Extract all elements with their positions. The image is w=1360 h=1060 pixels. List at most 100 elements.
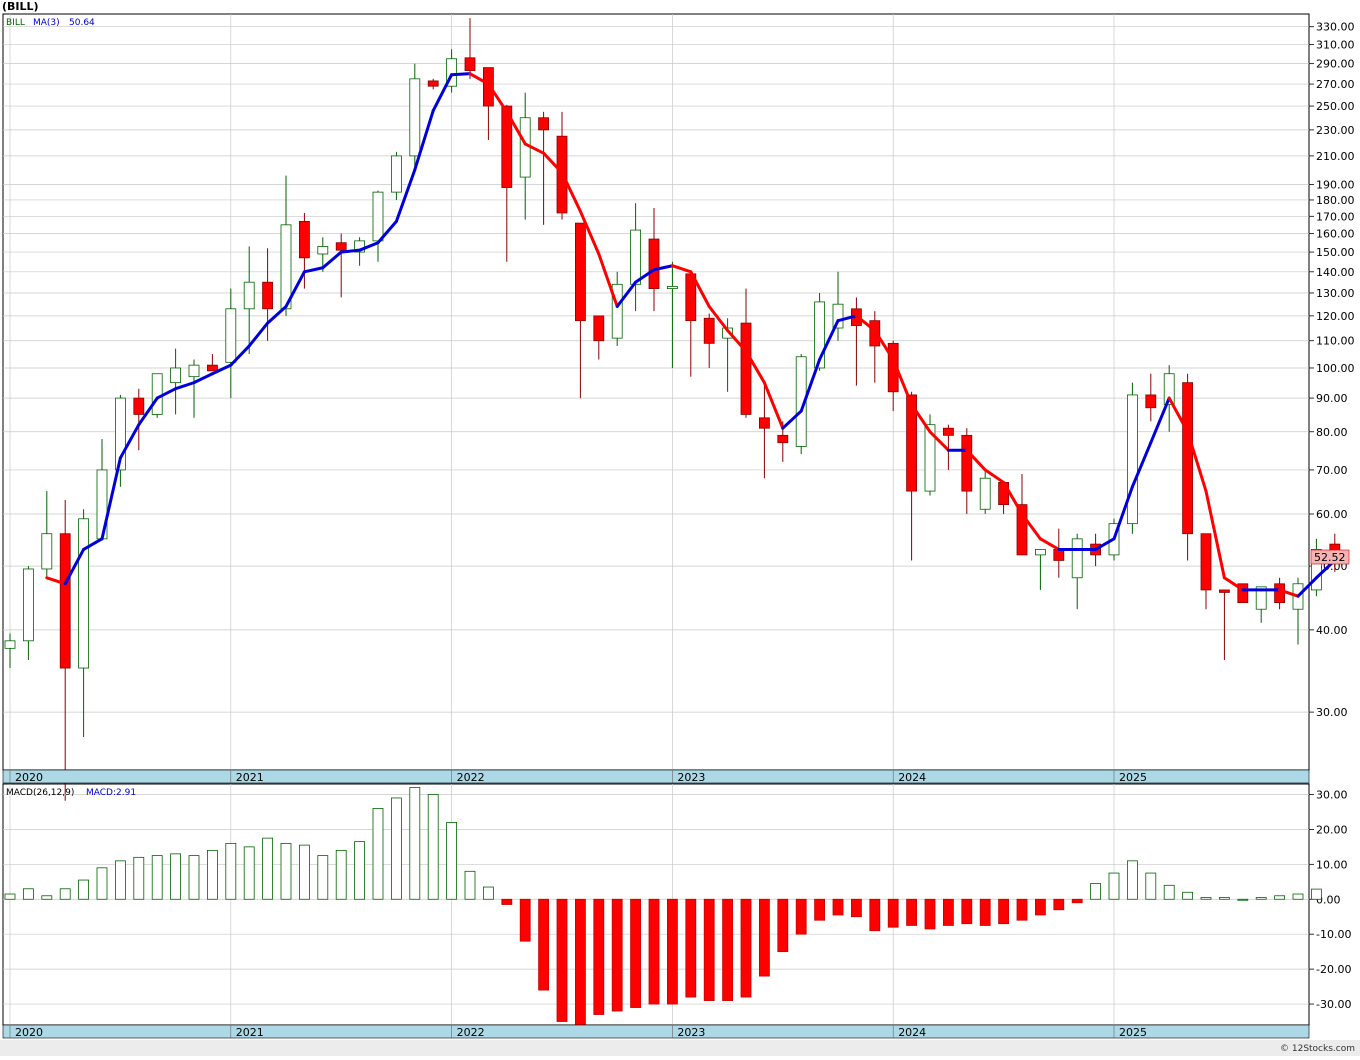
price-tick-label: 270.00 — [1316, 78, 1355, 91]
macd-bar — [611, 898, 623, 1012]
macd-bar — [648, 898, 660, 1005]
candle-body — [630, 229, 641, 285]
candle-body — [280, 224, 292, 310]
candle-body — [78, 518, 89, 669]
candle-body — [317, 246, 329, 255]
macd-bar — [1127, 860, 1138, 900]
legend-ma-label: MA(3) — [33, 18, 60, 28]
year-band-top-bg — [2, 769, 1310, 784]
candle-body — [4, 640, 16, 649]
macd-bar — [22, 888, 34, 900]
macd-bar — [1035, 898, 1046, 916]
macd-bar — [1108, 872, 1120, 900]
candle-body — [206, 364, 218, 372]
year-label: 2025 — [1119, 771, 1147, 784]
ma-segment — [450, 72, 472, 77]
macd-bar — [78, 879, 89, 900]
candle-body — [170, 367, 182, 384]
candle-body — [943, 427, 954, 436]
price-tick-label: 80.00 — [1316, 426, 1348, 439]
candle-body — [243, 281, 255, 310]
stock-chart: (BILL) 30.00 40.00 50.00 60.00 70.00 80.00 90.… — [0, 0, 1360, 1056]
price-tick-label: 150.00 — [1316, 246, 1355, 259]
candle-body — [961, 434, 973, 492]
macd-bar — [519, 898, 531, 942]
year-band-bottom-bg — [2, 1024, 1310, 1039]
candle-body — [59, 533, 71, 669]
macd-tick-label: 20.00 — [1316, 823, 1348, 836]
macd-bar — [1163, 884, 1175, 900]
year-label: 2023 — [677, 1026, 705, 1039]
price-tick-label: 70.00 — [1316, 464, 1348, 477]
candle-body — [133, 397, 145, 415]
macd-tick-label: -30.00 — [1316, 998, 1351, 1011]
price-tick-label: 330.00 — [1316, 21, 1355, 34]
macd-bar — [298, 844, 310, 900]
macd-bar — [1145, 872, 1157, 900]
macd-bar — [869, 898, 881, 932]
macd-bar — [538, 898, 549, 991]
price-tick-label: 250.00 — [1316, 100, 1355, 113]
last-price-label: 52.52 — [1314, 551, 1346, 564]
macd-legend-value: MACD:2.91 — [86, 788, 136, 798]
macd-bar — [280, 842, 292, 900]
macd-bar — [354, 841, 366, 900]
price-tick-label: 110.00 — [1316, 335, 1355, 348]
macd-bar — [685, 898, 697, 998]
candle-body — [703, 317, 715, 344]
macd-bar — [1311, 888, 1322, 900]
macd-bar — [115, 860, 126, 900]
macd-bar — [225, 842, 237, 900]
macd-bar — [133, 856, 145, 900]
price-tick-label: 30.00 — [1316, 706, 1348, 719]
macd-bar — [1274, 895, 1285, 900]
price-tick-label: 180.00 — [1316, 194, 1355, 207]
candle-body — [832, 303, 844, 329]
macd-bar — [427, 794, 439, 900]
macd-bar — [335, 849, 347, 900]
macd-bar — [446, 822, 458, 900]
year-label: 2021 — [236, 771, 264, 784]
price-tick-label: 210.00 — [1316, 150, 1355, 163]
macd-bar — [317, 855, 329, 900]
macd-bar — [1255, 897, 1267, 900]
candle-body — [979, 477, 991, 510]
macd-bar — [1292, 893, 1304, 900]
year-label: 2020 — [15, 771, 43, 784]
macd-legend-label: MACD(26,12,9) — [6, 788, 74, 798]
watermark: © 12Stocks.com — [1280, 1044, 1355, 1054]
macd-bar — [170, 853, 182, 900]
candle-body — [1127, 394, 1138, 525]
ma-segment — [339, 248, 362, 254]
candle-body — [1274, 583, 1285, 604]
macd-bar — [740, 898, 752, 998]
macd-bar — [961, 898, 973, 925]
candle-body — [188, 364, 200, 378]
candle-body — [1071, 538, 1083, 579]
candle-body — [427, 80, 439, 87]
bottom-strip — [0, 1040, 1360, 1056]
price-tick-label: 140.00 — [1316, 266, 1355, 279]
macd-bar — [832, 898, 844, 916]
macd-bar — [372, 808, 384, 900]
price-tick-label: 290.00 — [1316, 58, 1355, 71]
macd-bar — [1016, 898, 1028, 921]
macd-bar — [998, 898, 1009, 925]
legend-symbol: BILL — [6, 18, 25, 28]
macd-bar — [1090, 883, 1101, 900]
macd-bar — [188, 855, 200, 900]
macd-bar — [151, 855, 163, 900]
candle-body — [740, 322, 752, 415]
candle-body — [593, 315, 605, 342]
price-tick-label: 130.00 — [1316, 287, 1355, 300]
price-tick-label: 100.00 — [1316, 362, 1355, 375]
price-tick-label: 190.00 — [1316, 179, 1355, 192]
chart-title: (BILL) — [2, 0, 39, 13]
price-tick-label: 90.00 — [1316, 392, 1348, 405]
candle-body — [519, 117, 531, 178]
year-band-top: 2020 2021 2022 2023 2024 2025 — [2, 769, 1310, 784]
macd-bar — [482, 886, 494, 900]
macd-tick-label: -10.00 — [1316, 928, 1351, 941]
candle-body — [225, 308, 237, 363]
macd-bar — [943, 898, 954, 926]
